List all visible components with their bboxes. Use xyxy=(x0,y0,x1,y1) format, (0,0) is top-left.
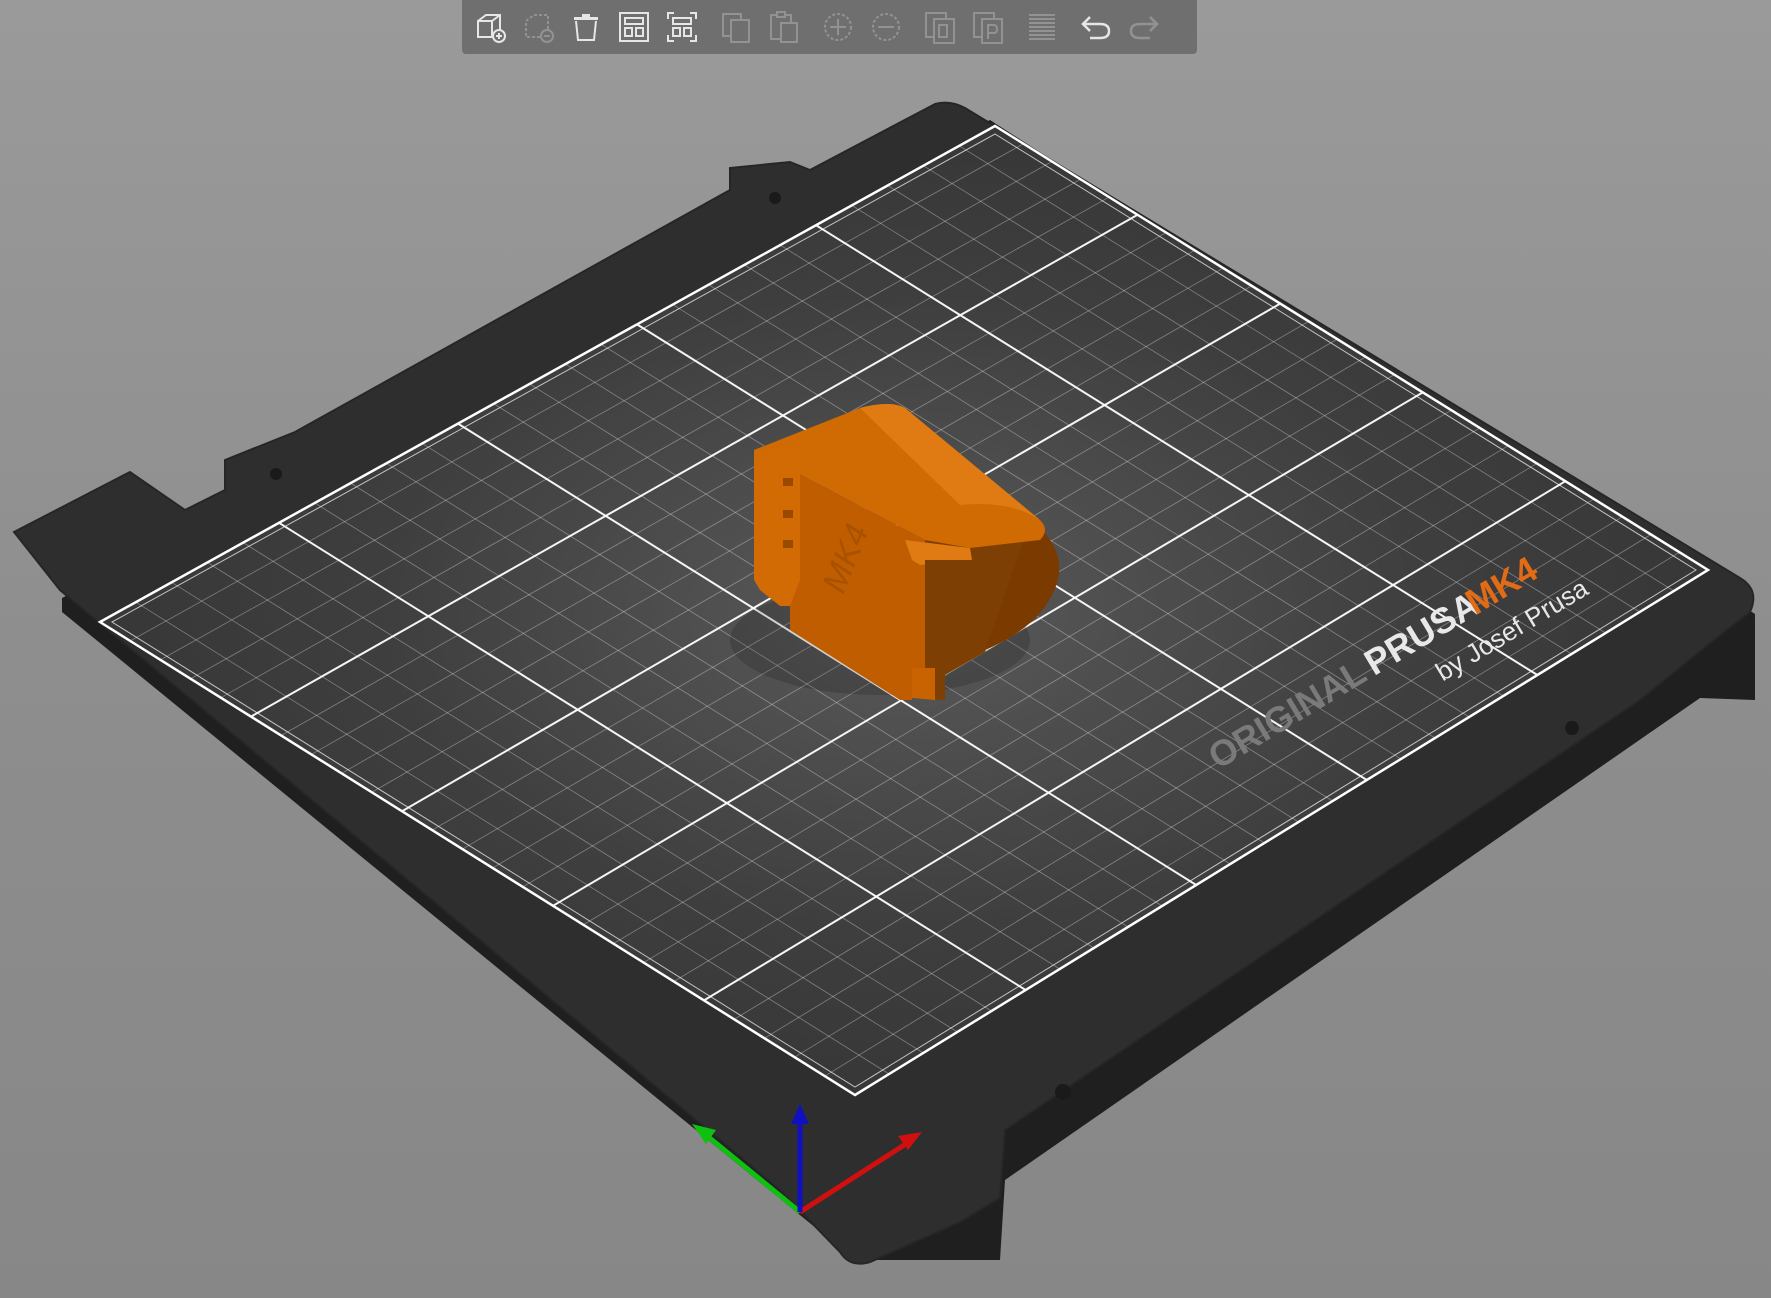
delete-all-icon xyxy=(574,14,598,41)
delete-all-button[interactable] xyxy=(566,7,606,47)
print-bed-scene[interactable]: ORIGINAL PRUSA MK4 by Josef Prusa MK4 xyxy=(0,0,1771,1298)
undo-icon xyxy=(1081,16,1111,40)
redo-icon xyxy=(1129,16,1159,40)
variable-layer-height-button[interactable] xyxy=(1022,7,1062,47)
arrange-button[interactable] xyxy=(614,7,654,47)
paste-icon xyxy=(770,11,798,43)
add-object-button[interactable] xyxy=(470,7,510,47)
copy-icon xyxy=(722,13,750,43)
arrange-icon xyxy=(619,12,649,42)
remove-instance-button[interactable] xyxy=(866,7,906,47)
split-to-parts-button[interactable] xyxy=(968,7,1008,47)
add-instance-icon xyxy=(824,13,852,41)
delete-button[interactable] xyxy=(518,7,558,47)
variable-layer-height-icon xyxy=(1029,14,1055,40)
add-instance-button[interactable] xyxy=(818,7,858,47)
redo-button[interactable] xyxy=(1124,7,1164,47)
split-to-objects-button[interactable] xyxy=(920,7,960,47)
undo-button[interactable] xyxy=(1076,7,1116,47)
3d-viewport[interactable]: ORIGINAL PRUSA MK4 by Josef Prusa MK4 xyxy=(0,0,1771,1298)
arrange-selection-button[interactable] xyxy=(662,7,702,47)
split-to-parts-icon xyxy=(973,12,1003,44)
paste-button[interactable] xyxy=(764,7,804,47)
copy-button[interactable] xyxy=(716,7,756,47)
remove-instance-icon xyxy=(872,13,900,41)
delete-icon xyxy=(525,14,554,43)
plater-toolbar xyxy=(462,0,1197,54)
arrange-selection-icon xyxy=(667,12,697,42)
split-to-objects-icon xyxy=(925,12,955,44)
add-object-icon xyxy=(477,14,506,43)
